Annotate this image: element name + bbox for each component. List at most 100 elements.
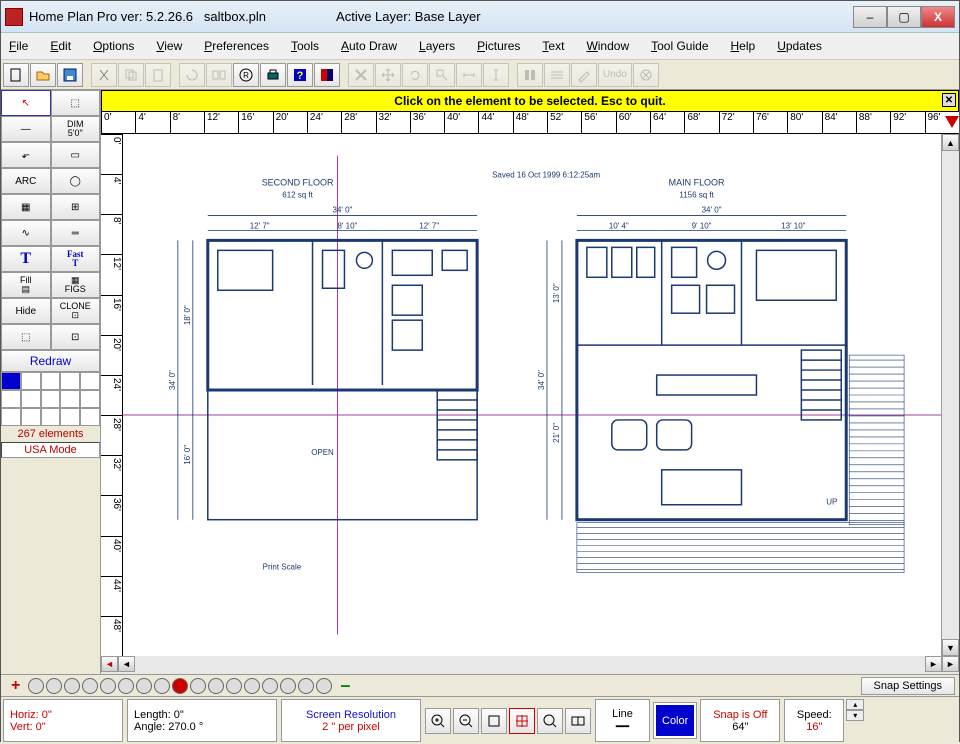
scroll-down-button[interactable]: ▼ bbox=[942, 639, 959, 656]
cut-button[interactable] bbox=[91, 63, 117, 87]
add-layer-button[interactable]: + bbox=[5, 677, 26, 695]
menu-tool-guide[interactable]: Tool Guide bbox=[649, 37, 710, 55]
menu-window[interactable]: Window bbox=[584, 37, 631, 55]
scroll-left-button[interactable]: ◄ bbox=[118, 656, 135, 672]
vdist-button[interactable] bbox=[483, 63, 509, 87]
menu-layers[interactable]: Layers bbox=[417, 37, 457, 55]
layer-dot-active[interactable] bbox=[172, 678, 188, 694]
tool-hide[interactable]: Hide bbox=[1, 298, 51, 324]
horizontal-scrollbar[interactable]: ◄ ◄ ► ► bbox=[101, 656, 959, 674]
color-cell[interactable] bbox=[60, 372, 80, 390]
layer-dot[interactable] bbox=[244, 678, 260, 694]
align-button[interactable] bbox=[517, 63, 543, 87]
menu-pictures[interactable]: Pictures bbox=[475, 37, 522, 55]
menu-tools[interactable]: Tools bbox=[289, 37, 321, 55]
color-cell[interactable] bbox=[41, 390, 61, 408]
tool-figs[interactable]: ▦ FIGS bbox=[51, 272, 101, 298]
drawing-canvas[interactable]: Saved 16 Oct 1999 6:12:25am SECOND FLOOR… bbox=[123, 134, 941, 656]
zoom-prev-button[interactable] bbox=[565, 708, 591, 734]
color-toggle-button[interactable] bbox=[314, 63, 340, 87]
zoom-extents-button[interactable] bbox=[537, 708, 563, 734]
layer-dot[interactable] bbox=[190, 678, 206, 694]
speed-down-button[interactable]: ▾ bbox=[846, 710, 864, 721]
tool-arc[interactable]: ARC bbox=[1, 168, 51, 194]
zoom-fit-button[interactable] bbox=[481, 708, 507, 734]
remove-layer-button[interactable]: – bbox=[334, 675, 356, 696]
snap-status[interactable]: Snap is Off64" bbox=[700, 699, 780, 742]
undo-button[interactable]: Undo bbox=[598, 63, 632, 87]
mirror-button[interactable] bbox=[206, 63, 232, 87]
layer-dot[interactable] bbox=[154, 678, 170, 694]
scroll-right-button[interactable]: ► bbox=[925, 656, 942, 672]
speed-stepper[interactable]: ▴▾ bbox=[846, 699, 864, 742]
refresh-button[interactable] bbox=[402, 63, 428, 87]
redraw-button[interactable]: Redraw bbox=[1, 350, 100, 372]
tool-text[interactable]: T bbox=[1, 246, 51, 272]
scroll-up-button[interactable]: ▲ bbox=[942, 134, 959, 151]
help-button[interactable]: ? bbox=[287, 63, 313, 87]
registered-button[interactable]: R bbox=[233, 63, 259, 87]
resize-button[interactable] bbox=[429, 63, 455, 87]
save-button[interactable] bbox=[57, 63, 83, 87]
color-cell[interactable] bbox=[80, 390, 100, 408]
rotate-button[interactable] bbox=[179, 63, 205, 87]
tool-dim[interactable]: DIM 5'0" bbox=[51, 116, 101, 142]
layer-dot[interactable] bbox=[208, 678, 224, 694]
move-button[interactable] bbox=[375, 63, 401, 87]
zoom-window-button[interactable] bbox=[509, 708, 535, 734]
layer-dot[interactable] bbox=[46, 678, 62, 694]
layer-dot[interactable] bbox=[298, 678, 314, 694]
menu-preferences[interactable]: Preferences bbox=[202, 37, 271, 55]
maximize-button[interactable]: ▢ bbox=[887, 6, 921, 28]
tool-circle[interactable]: ◯ bbox=[51, 168, 101, 194]
color-palette[interactable] bbox=[1, 372, 100, 426]
tool-stairs[interactable]: ▦ bbox=[1, 194, 51, 220]
paste-button[interactable] bbox=[145, 63, 171, 87]
color-cell[interactable] bbox=[60, 390, 80, 408]
ruler-horizontal[interactable]: 0'4'8'12'16'20'24'28'32'36'40'44'48'52'5… bbox=[101, 112, 959, 134]
menu-help[interactable]: Help bbox=[729, 37, 758, 55]
layer-dot[interactable] bbox=[100, 678, 116, 694]
color-cell-active[interactable] bbox=[1, 372, 21, 390]
layer-dot[interactable] bbox=[28, 678, 44, 694]
hdist-button[interactable] bbox=[456, 63, 482, 87]
hint-close-icon[interactable]: ✕ bbox=[942, 93, 956, 107]
color-cell[interactable] bbox=[60, 408, 80, 426]
color-cell[interactable] bbox=[21, 372, 41, 390]
tool-curve[interactable]: ∿ bbox=[1, 220, 51, 246]
tool-pointer[interactable]: ↖ bbox=[1, 90, 51, 116]
vertical-scrollbar[interactable]: ▲ ▼ bbox=[941, 134, 959, 656]
tool-line[interactable]: — bbox=[1, 116, 51, 142]
delete-button[interactable] bbox=[348, 63, 374, 87]
redo-button[interactable] bbox=[633, 63, 659, 87]
layer-dot[interactable] bbox=[280, 678, 296, 694]
new-file-button[interactable] bbox=[3, 63, 29, 87]
layer-dot[interactable] bbox=[118, 678, 134, 694]
tool-windows[interactable]: ⊞ bbox=[51, 194, 101, 220]
speed-up-button[interactable]: ▴ bbox=[846, 699, 864, 710]
minimize-button[interactable]: – bbox=[853, 6, 887, 28]
color-button[interactable]: Color bbox=[654, 703, 696, 738]
menu-auto-draw[interactable]: Auto Draw bbox=[339, 37, 399, 55]
tool-fast-text[interactable]: Fast T bbox=[51, 246, 101, 272]
scroll-right-far-button[interactable]: ► bbox=[942, 656, 959, 672]
line-style[interactable]: Line━━ bbox=[595, 699, 650, 742]
print-button[interactable] bbox=[260, 63, 286, 87]
layer-dot[interactable] bbox=[136, 678, 152, 694]
zoom-in-button[interactable] bbox=[425, 708, 451, 734]
menu-view[interactable]: View bbox=[154, 37, 184, 55]
tool-polyline[interactable]: ⬐ bbox=[1, 142, 51, 168]
tool-rect[interactable]: ▭ bbox=[51, 142, 101, 168]
distribute-button[interactable] bbox=[544, 63, 570, 87]
menu-options[interactable]: Options bbox=[91, 37, 136, 55]
menu-edit[interactable]: Edit bbox=[48, 37, 73, 55]
scroll-left-far-button[interactable]: ◄ bbox=[101, 656, 118, 672]
ruler-vertical[interactable]: 0'4'8'12'16'20'24'28'32'36'40'44'48' bbox=[101, 134, 123, 656]
layer-dot[interactable] bbox=[316, 678, 332, 694]
tool-chained[interactable]: ⊡ bbox=[51, 324, 101, 350]
tool-select-rect[interactable]: ⬚ bbox=[51, 90, 101, 116]
open-file-button[interactable] bbox=[30, 63, 56, 87]
zoom-out-button[interactable] bbox=[453, 708, 479, 734]
copy-button[interactable] bbox=[118, 63, 144, 87]
layer-dot[interactable] bbox=[226, 678, 242, 694]
